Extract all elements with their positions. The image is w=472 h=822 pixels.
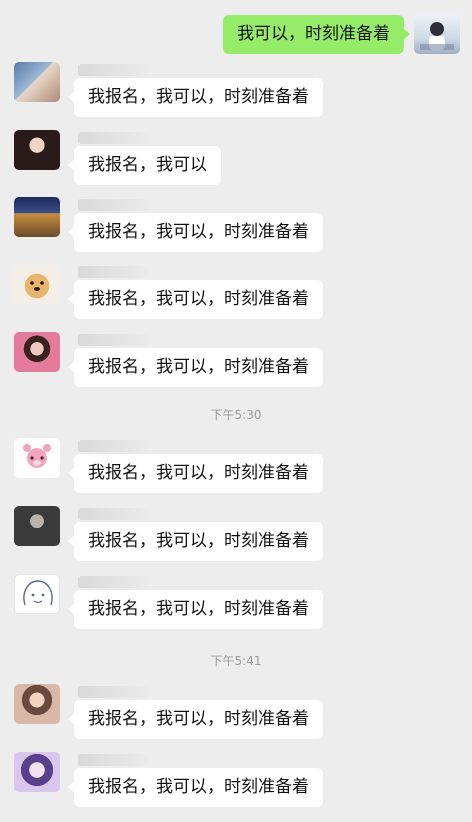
sender-nickname-redacted [78,199,148,211]
sender-nickname-redacted [78,132,148,144]
timestamp: 下午5:41 [210,654,262,668]
timestamp: 下午5:30 [210,408,262,422]
message-bubble[interactable]: 我报名，我可以，时刻准备着 [68,454,323,493]
outgoing-bubble[interactable]: 我可以，时刻准备着 [223,14,410,54]
sender-nickname-redacted [78,576,148,588]
sender-avatar[interactable] [14,438,60,478]
sender-avatar[interactable] [14,130,60,170]
sender-avatar[interactable] [14,574,60,614]
sender-nickname-redacted [78,266,148,278]
message-bubble[interactable]: 我报名，我可以，时刻准备着 [68,590,323,629]
sender-avatar[interactable] [14,506,60,546]
message-bubble[interactable]: 我报名，我可以，时刻准备着 [68,768,323,807]
sender-avatar[interactable] [14,332,60,372]
sender-avatar[interactable] [14,197,60,237]
message-bubble[interactable]: 我报名，我可以，时刻准备着 [68,348,323,387]
sender-avatar[interactable] [14,62,60,102]
sender-nickname-redacted [78,64,148,76]
message-bubble[interactable]: 我报名，我可以，时刻准备着 [68,78,323,117]
message-bubble[interactable]: 我报名，我可以 [68,146,221,185]
sender-avatar[interactable] [14,752,60,792]
sender-nickname-redacted [78,334,148,346]
my-avatar[interactable] [414,14,460,54]
sender-nickname-redacted [78,440,148,452]
sender-avatar[interactable] [14,264,60,304]
message-bubble[interactable]: 我报名，我可以，时刻准备着 [68,213,323,252]
message-bubble[interactable]: 我报名，我可以，时刻准备着 [68,522,323,561]
sender-nickname-redacted [78,508,148,520]
sender-nickname-redacted [78,754,148,766]
message-bubble[interactable]: 我报名，我可以，时刻准备着 [68,700,323,739]
message-bubble[interactable]: 我报名，我可以，时刻准备着 [68,280,323,319]
outgoing-message: 我可以，时刻准备着 [223,14,460,54]
sender-nickname-redacted [78,686,148,698]
sender-avatar[interactable] [14,684,60,724]
